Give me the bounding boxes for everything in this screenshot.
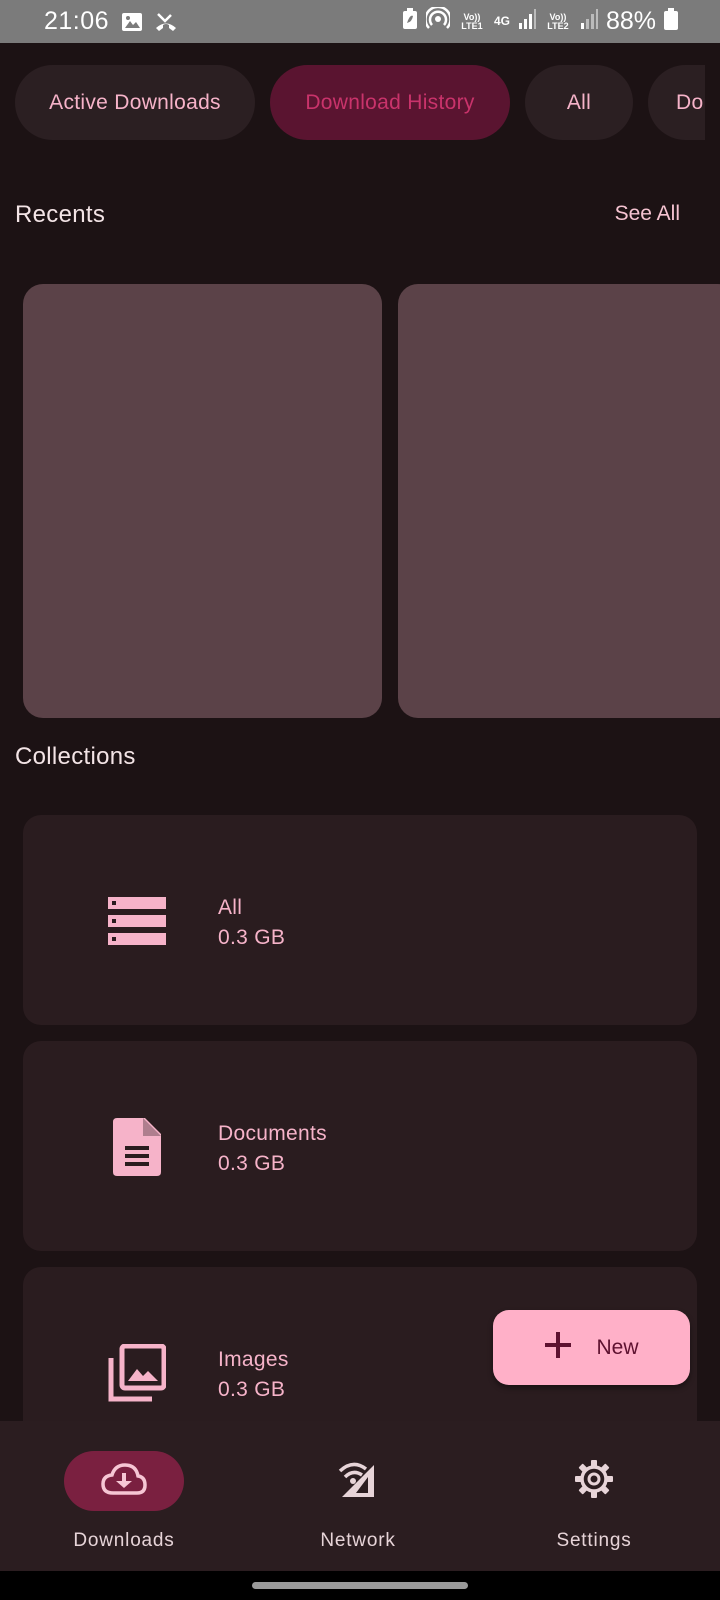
status-time: 21:06 (44, 7, 110, 35)
gesture-bar-area (0, 1571, 720, 1600)
nav-label: Downloads (73, 1530, 175, 1551)
status-right: Vo)) LTE1 4G Vo)) LTE2 88% (402, 0, 678, 43)
net1-label: Vo)) LTE1 (461, 11, 483, 31)
signal-icon (518, 9, 536, 34)
nav-network[interactable]: Network (238, 1421, 478, 1571)
collection-name: All (218, 896, 243, 919)
signal-icon (580, 9, 598, 34)
filter-chips: Active Downloads Download History All Do (15, 65, 705, 140)
plus-icon (544, 1331, 572, 1365)
net-type-label: 4G (493, 14, 510, 28)
images-icon (107, 1343, 167, 1403)
chip-label: Active Downloads (49, 90, 221, 114)
collection-size: 0.3 GB (218, 926, 286, 949)
collection-documents[interactable]: Documents 0.3 GB (23, 1041, 697, 1251)
nav-label: Network (320, 1530, 396, 1551)
recent-card[interactable] (398, 284, 720, 718)
chip-active-downloads[interactable]: Active Downloads (15, 65, 255, 140)
document-icon (107, 1117, 167, 1177)
missed-call-icon (153, 11, 179, 33)
fab-label: New (596, 1335, 639, 1359)
chip-all[interactable]: All (525, 65, 633, 140)
status-bar: 21:06 Vo)) LTE1 4G Vo)) LTE2 88% (0, 0, 720, 43)
nav-icon-holder (534, 1451, 654, 1511)
image-icon (121, 11, 143, 33)
battery-icon (664, 8, 678, 35)
nav-label: Settings (556, 1530, 632, 1551)
chip-label: All (566, 90, 592, 114)
network-icon (338, 1459, 378, 1504)
cloud-download-icon (101, 1462, 147, 1501)
chip-documents[interactable]: Do (648, 65, 705, 140)
nav-icon-holder (298, 1451, 418, 1511)
collection-size: 0.3 GB (218, 1152, 286, 1175)
gear-icon (574, 1459, 614, 1504)
nav-active-indicator (64, 1451, 184, 1511)
collection-size: 0.3 GB (218, 1378, 286, 1401)
see-all-link[interactable]: See All (615, 202, 680, 226)
new-download-button[interactable]: New (493, 1310, 690, 1385)
bottom-nav: Downloads Network Settings (0, 1421, 720, 1571)
chip-download-history[interactable]: Download History (270, 65, 510, 140)
collection-name: Images (218, 1348, 289, 1371)
screen: 21:06 Vo)) LTE1 4G Vo)) LTE2 88% Active … (0, 0, 720, 1600)
collections-title: Collections (15, 743, 136, 770)
collection-name: Documents (218, 1122, 327, 1145)
battery-saver-icon (402, 8, 418, 35)
hotspot-icon (424, 5, 452, 36)
gesture-handle[interactable] (252, 1582, 468, 1589)
net2-label: Vo)) LTE2 (547, 11, 569, 31)
chip-label: Download History (305, 90, 475, 114)
recent-card[interactable] (23, 284, 382, 718)
nav-settings[interactable]: Settings (474, 1421, 714, 1571)
collection-all[interactable]: All 0.3 GB (23, 815, 697, 1025)
storage-icon (107, 891, 167, 951)
recents-title: Recents (15, 201, 106, 228)
nav-downloads[interactable]: Downloads (4, 1421, 244, 1571)
battery-level: 88% (605, 7, 656, 35)
chip-label: Do (676, 90, 704, 114)
